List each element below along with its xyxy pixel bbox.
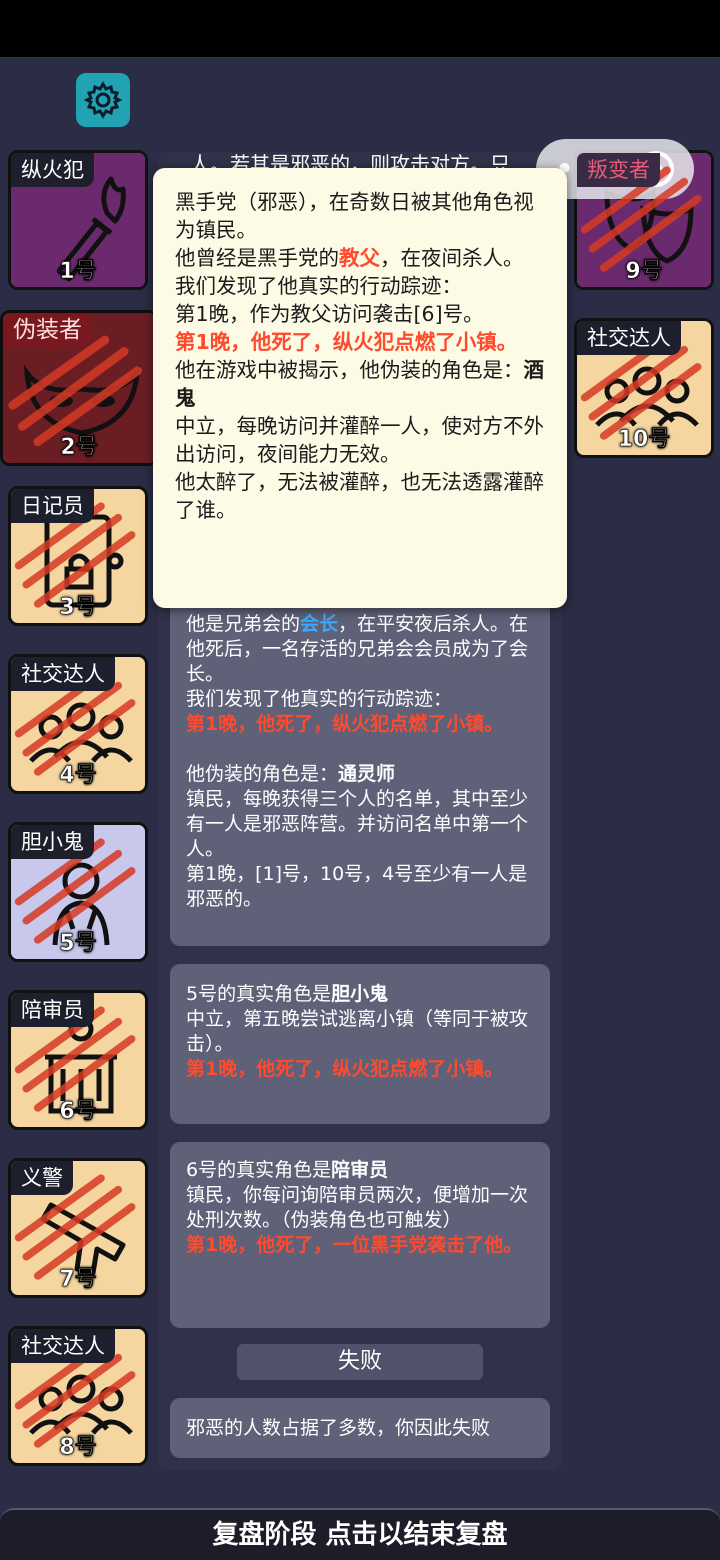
death-note: 第1晚，他死了，一位黑手党袭击了他。 xyxy=(186,1234,523,1256)
tooltip-text: 他在游戏中被揭示，他伪装的角色是： xyxy=(175,358,524,382)
role-name-label: 义警 xyxy=(11,1161,73,1195)
entry-text: 中立，第五晚尝试逃离小镇（等同于被攻击）。 xyxy=(186,1008,529,1055)
tooltip-text: 中立，每晚访问并灌醉一人，使对方不外出访问，夜间能力无效。 xyxy=(175,414,544,466)
gear-icon xyxy=(83,81,123,119)
result-fail-label: 失败 xyxy=(237,1344,483,1380)
entry-text: 第1晚，[1]号，10号，4号至少有一人是邪恶的。 xyxy=(186,863,528,910)
role-highlight: 会长 xyxy=(300,613,339,635)
role-name-label: 胆小鬼 xyxy=(11,825,94,859)
death-note: 第1晚，他死了，纵火犯点燃了小镇。 xyxy=(186,1058,504,1080)
result-message: 邪恶的人数占据了多数，你因此失败 xyxy=(170,1398,550,1458)
role-name-label: 社交达人 xyxy=(577,321,681,355)
tooltip-text: 他曾经是黑手党的 xyxy=(175,246,339,270)
role-name-label: 日记员 xyxy=(11,489,94,523)
player-card-1[interactable]: 纵火犯 1号 xyxy=(8,150,148,290)
entry-text: 镇民，每晚获得三个人的名单，其中至少有一人是邪恶阵营。并访问名单中第一个人。 xyxy=(186,788,529,860)
entry-text: 我们发现了他真实的行动踪迹： xyxy=(186,688,453,710)
player-card-2[interactable]: 伪装者 2号 xyxy=(0,310,158,466)
tooltip-text: 第1晚，作为教父访问袭击[6]号。 xyxy=(175,302,484,326)
tooltip-text: ，在夜间杀人。 xyxy=(380,246,524,270)
death-note: 第1晚，他死了，纵火犯点燃了小镇。 xyxy=(186,713,504,735)
entry-text: 邪恶的人数占据了多数，你因此失败 xyxy=(186,1417,491,1439)
role-highlight: 胆小鬼 xyxy=(331,983,389,1005)
role-name-label: 伪装者 xyxy=(3,313,92,347)
player-card-4[interactable]: 社交达人 4号 xyxy=(8,654,148,794)
player-card-6[interactable]: 陪审员 6号 xyxy=(8,990,148,1130)
settings-gear-button[interactable] xyxy=(76,73,130,127)
review-entry-2: 他是兄弟会的会长，在平安夜后杀人。在他死后，一名存活的兄弟会会员成为了会长。 我… xyxy=(170,600,550,946)
seat-number: 1号 xyxy=(59,259,97,285)
role-highlight: 教父 xyxy=(339,246,380,270)
role-detail-tooltip[interactable]: 黑手党（邪恶），在奇数日被其他角色视为镇民。 他曾经是黑手党的教父，在夜间杀人。… xyxy=(153,168,567,608)
player-card-3[interactable]: 日记员 3号 xyxy=(8,486,148,626)
end-review-button[interactable]: 复盘阶段 点击以结束复盘 xyxy=(0,1508,720,1560)
review-entry-5: 5号的真实角色是胆小鬼 中立，第五晚尝试逃离小镇（等同于被攻击）。 第1晚，他死… xyxy=(170,964,550,1124)
player-card-5[interactable]: 胆小鬼 5号 xyxy=(8,822,148,962)
role-highlight: 通灵师 xyxy=(338,763,396,785)
entry-text: 他是兄弟会的 xyxy=(186,613,301,635)
tooltip-text: 他太醉了，无法被灌醉，也无法透露灌醉了谁。 xyxy=(175,470,544,522)
role-name-label: 纵火犯 xyxy=(11,153,94,187)
role-name-label: 陪审员 xyxy=(11,993,94,1027)
tooltip-text: 我们发现了他真实的行动踪迹： xyxy=(175,274,462,298)
player-card-10[interactable]: 社交达人 10号 xyxy=(574,318,714,458)
review-entry-6: 6号的真实角色是陪审员 镇民，你每问询陪审员两次，便增加一次处刑次数。（伪装角色… xyxy=(170,1142,550,1328)
player-card-9[interactable]: 叛变者 9号 xyxy=(574,150,714,290)
entry-text: 5号的真实角色是 xyxy=(186,983,332,1005)
role-name-label: 社交达人 xyxy=(11,1329,115,1363)
entry-text: 镇民，你每问询陪审员两次，便增加一次处刑次数。（伪装角色也可触发） xyxy=(186,1184,529,1231)
player-card-8[interactable]: 社交达人 8号 xyxy=(8,1326,148,1466)
role-highlight: 陪审员 xyxy=(331,1159,389,1181)
player-card-7[interactable]: 义警 7号 xyxy=(8,1158,148,1298)
role-name-label: 社交达人 xyxy=(11,657,115,691)
entry-text: 6号的真实角色是 xyxy=(186,1159,332,1181)
role-name-label: 叛变者 xyxy=(577,153,660,187)
entry-text: 他伪装的角色是： xyxy=(186,763,339,785)
death-note: 第1晚，他死了，纵火犯点燃了小镇。 xyxy=(175,330,518,354)
status-bar xyxy=(0,0,720,57)
tooltip-text: 黑手党（邪恶），在奇数日被其他角色视为镇民。 xyxy=(175,190,534,242)
